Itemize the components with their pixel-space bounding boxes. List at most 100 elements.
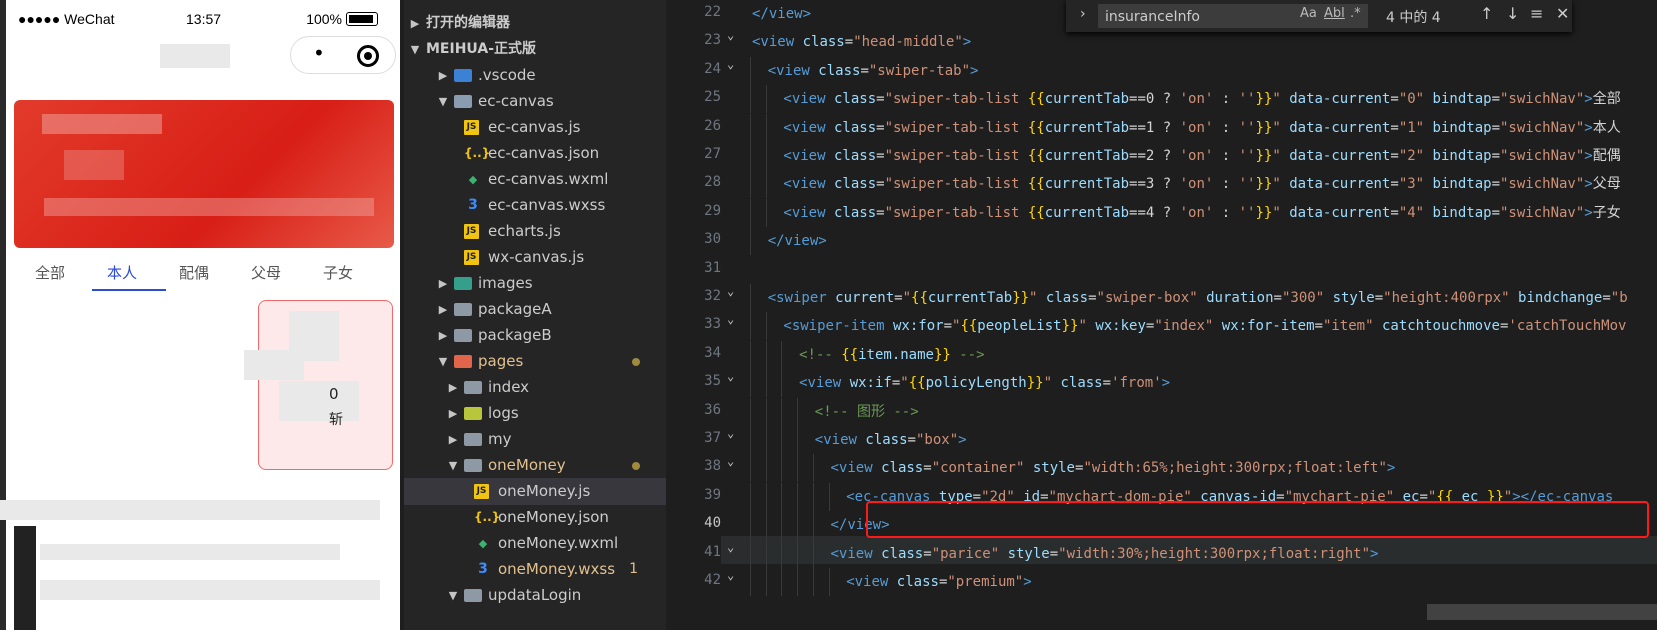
- code-line[interactable]: <view class="box">: [815, 426, 967, 454]
- tree-item-label: wx-canvas.js: [488, 248, 585, 266]
- chevron-down-icon: ▼: [438, 355, 448, 368]
- regex-button[interactable]: .*: [1350, 6, 1361, 21]
- fold-chevron-icon[interactable]: ⌄: [727, 57, 734, 71]
- fold-chevron-icon[interactable]: ⌄: [727, 540, 734, 554]
- code-line[interactable]: <view class="swiper-tab">: [768, 57, 979, 85]
- indent-guide: [765, 340, 767, 369]
- code-line[interactable]: <view class="parice" style="width:30%;he…: [831, 540, 1379, 568]
- tree-item[interactable]: {..} oneMoney.json: [404, 504, 666, 531]
- indent-guide: [797, 568, 799, 596]
- folder-icon: [454, 69, 472, 82]
- tree-item[interactable]: ▶ packageA: [404, 296, 666, 323]
- indent-guide: [797, 454, 799, 483]
- tree-item-label: oneMoney.wxml: [498, 534, 619, 552]
- premium-unit: 斩: [329, 412, 343, 428]
- find-widget: › insuranceInfo Aa Abl .* 4 中的 4 ↑ ↓ ≡ ✕: [1066, 0, 1572, 32]
- code-line[interactable]: <!-- {{item.name}} -->: [799, 341, 984, 369]
- highlight-box: [866, 501, 1649, 538]
- header-card: [14, 100, 394, 248]
- tree-item[interactable]: JS oneMoney.js: [404, 478, 666, 505]
- tree-item[interactable]: ▶ .vscode: [404, 62, 666, 89]
- close-find-button[interactable]: ✕: [1556, 4, 1569, 23]
- fold-chevron-icon[interactable]: ⌄: [727, 284, 734, 298]
- tree-item-label: .vscode: [478, 66, 536, 84]
- code-line[interactable]: <view class="swiper-tab-list {{currentTa…: [783, 199, 1620, 227]
- capsule-menu[interactable]: •: [290, 36, 396, 74]
- tree-item[interactable]: {..} ec-canvas.json: [404, 140, 666, 167]
- tree-item-label: my: [488, 430, 512, 448]
- fold-chevron-icon[interactable]: ⌄: [727, 426, 734, 440]
- tree-item[interactable]: ▶ packageB: [404, 322, 666, 349]
- toggle-replace-icon[interactable]: ›: [1080, 6, 1086, 22]
- tree-item[interactable]: ▼ oneMoney: [404, 452, 666, 479]
- code-line[interactable]: <view class="swiper-tab-list {{currentTa…: [783, 114, 1620, 142]
- code-line[interactable]: <swiper current="{{currentTab}}" class="…: [768, 284, 1628, 312]
- open-editors-section[interactable]: ▶ 打开的编辑器: [404, 10, 666, 37]
- tab-all[interactable]: 全部: [14, 262, 86, 283]
- fold-chevron-icon[interactable]: ⌄: [727, 369, 734, 383]
- line-number: 33: [704, 316, 721, 333]
- tree-item[interactable]: JS ec-canvas.js: [404, 114, 666, 141]
- folder-icon: [454, 277, 472, 290]
- code-line[interactable]: <!-- 图形 -->: [815, 398, 919, 426]
- policy-card[interactable]: 0 斩: [258, 300, 393, 470]
- tree-item-label: updataLogin: [488, 586, 582, 604]
- code-line[interactable]: </view>: [768, 227, 827, 255]
- code-line[interactable]: <view class="head-middle">: [752, 28, 971, 56]
- project-root[interactable]: ▼ MEIHUA-正式版: [404, 36, 666, 63]
- code-line[interactable]: <view class="swiper-tab-list {{currentTa…: [783, 142, 1620, 170]
- indent-guide: [812, 539, 814, 568]
- code-line[interactable]: <swiper-item wx:for="{{peopleList}}" wx:…: [783, 312, 1626, 340]
- tree-item-label: oneMoney.wxss: [498, 560, 616, 578]
- tree-item[interactable]: ◆ oneMoney.wxml: [404, 530, 666, 557]
- match-case-button[interactable]: Aa: [1300, 6, 1317, 21]
- tree-item[interactable]: JS wx-canvas.js: [404, 244, 666, 271]
- code-line[interactable]: <view class="swiper-tab-list {{currentTa…: [783, 170, 1620, 198]
- fold-chevron-icon[interactable]: ⌄: [727, 454, 734, 468]
- tree-item[interactable]: ▶ my: [404, 426, 666, 453]
- code-line[interactable]: <view wx:if="{{policyLength}}" class='fr…: [799, 369, 1170, 397]
- tree-item[interactable]: ▶ logs: [404, 400, 666, 427]
- tab-self[interactable]: 本人: [86, 262, 158, 283]
- tree-item[interactable]: JS echarts.js: [404, 218, 666, 245]
- tree-item[interactable]: ▶ index: [404, 374, 666, 401]
- line-number: 22: [704, 4, 721, 20]
- tab-spouse[interactable]: 配偶: [158, 262, 230, 283]
- tree-item[interactable]: ▼ ec-canvas: [404, 88, 666, 115]
- tab-children[interactable]: 子女: [302, 262, 374, 283]
- tree-item[interactable]: ◆ ec-canvas.wxml: [404, 166, 666, 193]
- indent-guide: [750, 198, 751, 227]
- tree-item[interactable]: ▼ pages: [404, 348, 666, 375]
- horizontal-scrollbar[interactable]: [1427, 604, 1657, 620]
- indent-guide: [750, 454, 751, 483]
- tree-item[interactable]: 3 oneMoney.wxss 1: [404, 556, 666, 583]
- indent-guide: [781, 568, 783, 596]
- tree-item-label: echarts.js: [488, 222, 561, 240]
- find-in-selection-button[interactable]: ≡: [1530, 4, 1543, 23]
- tree-item[interactable]: ▼ updataLogin: [404, 582, 666, 609]
- code-line[interactable]: <view class="swiper-tab-list {{currentTa…: [783, 85, 1620, 113]
- code-line[interactable]: <view class="container" style="width:65%…: [831, 454, 1396, 482]
- indent-guide: [750, 284, 751, 312]
- fold-chevron-icon[interactable]: ⌄: [727, 312, 734, 326]
- line-number: 41: [704, 543, 721, 560]
- more-dots-icon[interactable]: •: [313, 43, 325, 63]
- fold-chevron-icon[interactable]: ⌄: [727, 568, 734, 582]
- chevron-down-icon: ▼: [410, 43, 420, 56]
- nav-title-blurred: [160, 44, 230, 68]
- line-number: 24: [704, 60, 721, 77]
- tree-item[interactable]: ▶ images: [404, 270, 666, 297]
- folder-icon: [454, 355, 472, 368]
- line-number: 23: [704, 32, 721, 49]
- fold-chevron-icon[interactable]: ⌄: [727, 28, 734, 42]
- whole-word-button[interactable]: Abl: [1324, 6, 1345, 21]
- tree-item-label: oneMoney: [488, 456, 566, 474]
- code-line[interactable]: <view class="premium">: [846, 568, 1031, 596]
- indent-guide: [750, 340, 751, 369]
- code-line[interactable]: </view>: [752, 0, 811, 28]
- tree-item[interactable]: 3 ec-canvas.wxss: [404, 192, 666, 219]
- next-match-button[interactable]: ↓: [1506, 4, 1519, 23]
- previous-match-button[interactable]: ↑: [1480, 4, 1493, 23]
- close-miniprogram-icon[interactable]: [357, 45, 379, 67]
- tab-parents[interactable]: 父母: [230, 262, 302, 283]
